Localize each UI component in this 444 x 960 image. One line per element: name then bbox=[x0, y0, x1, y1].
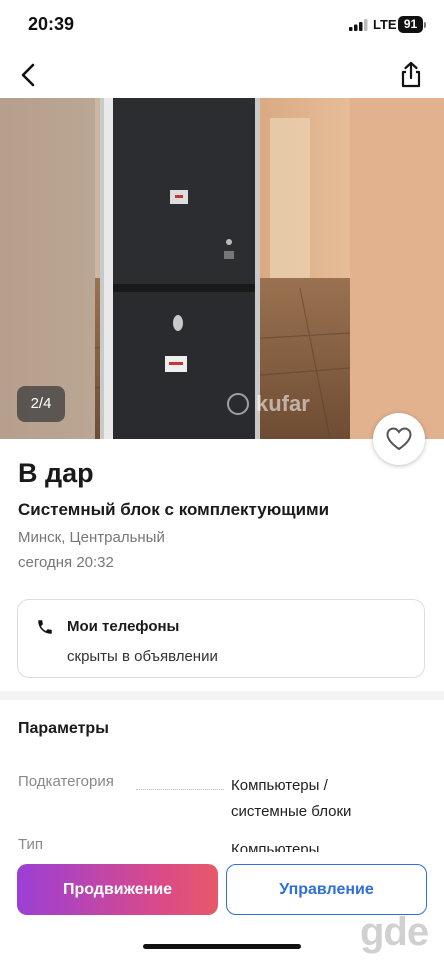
param-value: Компьютеры / системные блоки bbox=[231, 773, 351, 825]
section-divider bbox=[0, 691, 444, 700]
battery-icon: 91 bbox=[398, 16, 423, 33]
photo-watermark: kufar bbox=[256, 391, 310, 416]
params-heading: Параметры bbox=[18, 720, 109, 737]
param-label: Тип bbox=[18, 836, 44, 853]
chevron-left-icon[interactable] bbox=[14, 60, 44, 90]
phones-subtitle: скрыты в объявлении bbox=[67, 648, 218, 665]
battery-cap bbox=[424, 22, 426, 28]
listing-title: Системный блок с комплектующими bbox=[18, 500, 330, 519]
photo-image bbox=[0, 98, 444, 439]
top-nav bbox=[0, 50, 444, 98]
promote-button[interactable]: Продвижение bbox=[17, 864, 218, 915]
phones-title: Мои телефоны bbox=[67, 618, 180, 635]
signal-icon bbox=[349, 19, 368, 31]
param-value-line: Компьютеры / bbox=[231, 777, 328, 794]
phone-icon bbox=[38, 620, 52, 634]
share-icon[interactable] bbox=[397, 60, 425, 90]
listing-date: сегодня 20:32 bbox=[18, 554, 114, 571]
manage-button[interactable]: Управление bbox=[226, 864, 427, 915]
home-indicator[interactable] bbox=[143, 944, 301, 949]
status-time: 20:39 bbox=[28, 14, 75, 34]
listing-price: В дар bbox=[18, 458, 94, 488]
status-bar: 20:39 LTE 91 bbox=[0, 0, 444, 50]
param-label: Подкатегория bbox=[18, 773, 114, 790]
favorite-button[interactable] bbox=[373, 413, 425, 465]
param-value-line: системные блоки bbox=[231, 803, 352, 820]
listing-location[interactable]: Минск, Центральный bbox=[18, 529, 165, 546]
corner-watermark: gde bbox=[360, 910, 429, 954]
photo-counter: 2/4 bbox=[17, 386, 65, 422]
network-type: LTE bbox=[373, 17, 397, 32]
param-dots bbox=[136, 789, 224, 790]
phones-card[interactable]: Мои телефоны скрыты в объявлении bbox=[17, 599, 425, 678]
heart-icon bbox=[386, 427, 412, 451]
listing-photo[interactable]: kufar bbox=[0, 98, 444, 439]
